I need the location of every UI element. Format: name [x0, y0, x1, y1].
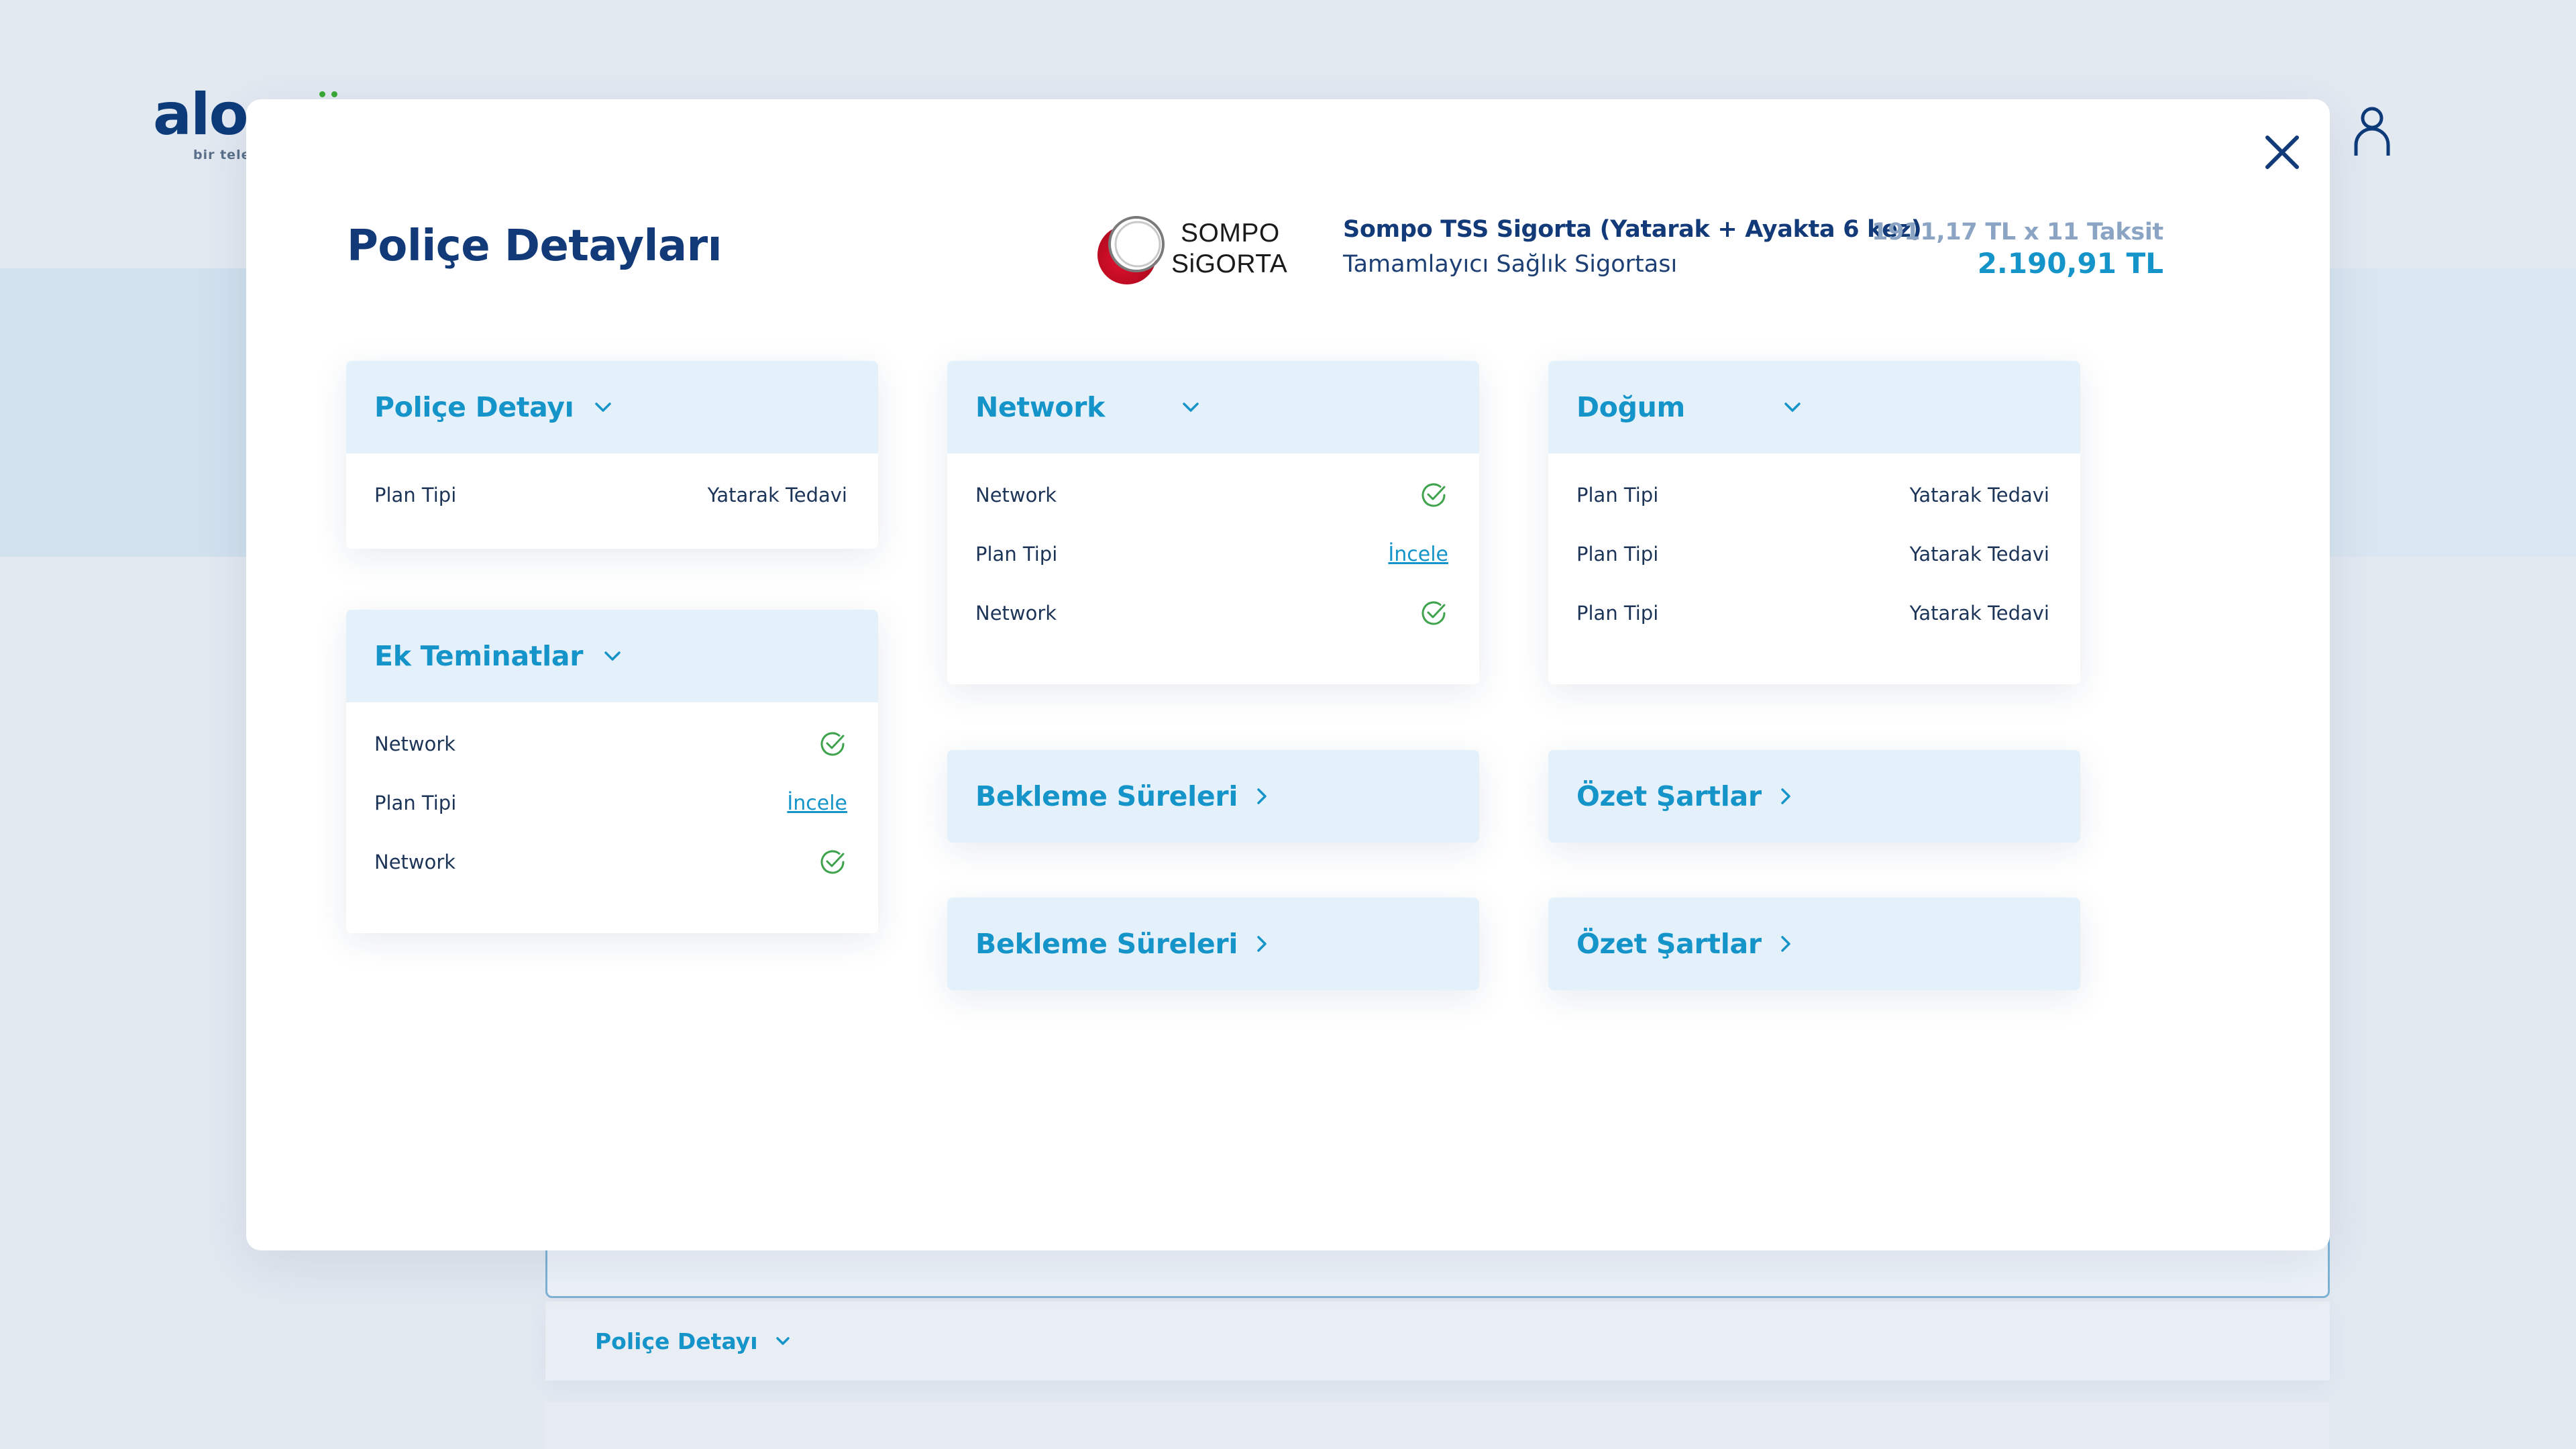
row-key: Plan Tipi	[1576, 602, 1659, 625]
incele-link[interactable]: İncele	[787, 792, 847, 815]
accordion-ek-teminatlar-header[interactable]: Ek Teminatlar	[346, 610, 878, 702]
insurer-logo-line1: SOMPO	[1181, 219, 1280, 248]
user-account-icon[interactable]	[2352, 105, 2392, 157]
chevron-down-icon	[1183, 402, 1199, 412]
chevron-down-icon	[595, 402, 612, 412]
chevron-right-icon	[1781, 936, 1790, 952]
accordion-police-detayi: Poliçe Detayı Plan Tipi Yatarak Tedavi	[346, 361, 878, 549]
product-summary: Sompo TSS Sigorta (Yatarak + Ayakta 6 ke…	[1343, 216, 1922, 278]
price-installment: 1911,17 TL x 11 Taksit	[1872, 219, 2163, 246]
list-item: Plan Tipi Yatarak Tedavi	[1548, 525, 2080, 584]
accordion-label: Bekleme Süreleri	[975, 928, 1238, 960]
row-key: Plan Tipi	[1576, 484, 1659, 506]
accordion-label: Network	[975, 391, 1106, 423]
accordion-ozet-sartlar-1: Özet Şartlar	[1548, 750, 2080, 843]
row-key: Plan Tipi	[975, 543, 1058, 566]
list-item: Network	[947, 584, 1479, 643]
chevron-right-icon	[1257, 788, 1267, 804]
list-item: Plan Tipi Yatarak Tedavi	[346, 466, 878, 525]
modal-title: Poliçe Detayları	[347, 221, 722, 271]
check-circle-icon	[820, 732, 845, 756]
list-item: Plan Tipi İncele	[346, 773, 878, 833]
check-circle-icon	[1421, 601, 1446, 625]
row-key: Plan Tipi	[374, 792, 457, 814]
accordion-bekleme-sureleri-header[interactable]: Bekleme Süreleri	[947, 750, 1479, 843]
brand-logo[interactable]: alo bir teleteko	[153, 81, 337, 162]
chevron-right-icon	[1257, 936, 1267, 952]
accordion-label: Bekleme Süreleri	[975, 780, 1238, 812]
brand-logo-dots	[319, 91, 341, 99]
row-key: Plan Tipi	[374, 484, 457, 506]
list-item: Network	[947, 466, 1479, 525]
insurer-logo-line2: SiGORTA	[1171, 250, 1288, 278]
chevron-down-icon	[604, 651, 621, 661]
insurer-logo: SOMPO SiGORTA	[1096, 212, 1288, 286]
row-value: Yatarak Tedavi	[707, 484, 847, 506]
row-value: Yatarak Tedavi	[1909, 602, 2049, 625]
accordion-bekleme-sureleri-2: Bekleme Süreleri	[947, 898, 1479, 990]
accordion-network-header[interactable]: Network	[947, 361, 1479, 453]
background-strip	[545, 1402, 2330, 1449]
accordion-ozet-sartlar-header[interactable]: Özet Şartlar	[1548, 750, 2080, 843]
incele-link[interactable]: İncele	[1388, 543, 1448, 566]
row-key: Network	[975, 602, 1057, 625]
accordion-police-detayi-header[interactable]: Poliçe Detayı	[346, 361, 878, 453]
accordion-ek-teminatlar: Ek Teminatlar Network Plan Tipi İncele N…	[346, 610, 878, 933]
accordion-label: Özet Şartlar	[1576, 780, 1762, 812]
accordion-ozet-sartlar-2: Özet Şartlar	[1548, 898, 2080, 990]
price-total: 2.190,91 TL	[1977, 247, 2163, 280]
accordion-dogum-header[interactable]: Doğum	[1548, 361, 2080, 453]
close-icon[interactable]	[2264, 134, 2300, 170]
accordion-label: Ek Teminatlar	[374, 640, 584, 672]
product-type: Tamamlayıcı Sağlık Sigortası	[1343, 251, 1678, 278]
background-accordion-label: Poliçe Detayı	[595, 1328, 758, 1354]
accordion-bekleme-sureleri-header[interactable]: Bekleme Süreleri	[947, 898, 1479, 990]
list-item: Plan Tipi İncele	[947, 525, 1479, 584]
row-value: Yatarak Tedavi	[1909, 484, 2049, 506]
row-key: Network	[374, 733, 456, 755]
chevron-down-icon	[1784, 402, 1801, 412]
row-key: Network	[374, 851, 456, 873]
accordion-label: Poliçe Detayı	[374, 391, 574, 423]
check-circle-icon	[820, 850, 845, 874]
check-circle-icon	[1421, 483, 1446, 507]
chevron-right-icon	[1781, 788, 1790, 804]
accordion-network: Network Network Plan Tipi İncele Network	[947, 361, 1479, 684]
sompo-logo-mark	[1097, 216, 1165, 284]
product-name: Sompo TSS Sigorta (Yatarak + Ayakta 6 ke…	[1343, 216, 1922, 243]
row-value: Yatarak Tedavi	[1909, 543, 2049, 566]
row-key: Plan Tipi	[1576, 543, 1659, 566]
list-item: Network	[346, 833, 878, 892]
chevron-down-icon	[775, 1337, 790, 1345]
row-key: Network	[975, 484, 1057, 506]
accordion-dogum: Doğum Plan Tipi Yatarak Tedavi Plan Tipi…	[1548, 361, 2080, 684]
accordion-ozet-sartlar-header[interactable]: Özet Şartlar	[1548, 898, 2080, 990]
accordion-bekleme-sureleri-1: Bekleme Süreleri	[947, 750, 1479, 843]
background-accordion-police-detayi[interactable]: Poliçe Detayı	[545, 1301, 2330, 1381]
brand-logo-text: alo	[153, 81, 249, 148]
list-item: Plan Tipi Yatarak Tedavi	[1548, 584, 2080, 643]
accordion-label: Doğum	[1576, 391, 1685, 423]
list-item: Network	[346, 714, 878, 773]
accordion-label: Özet Şartlar	[1576, 928, 1762, 960]
price-summary: 1911,17 TL x 11 Taksit 2.190,91 TL	[1872, 219, 2163, 280]
list-item: Plan Tipi Yatarak Tedavi	[1548, 466, 2080, 525]
